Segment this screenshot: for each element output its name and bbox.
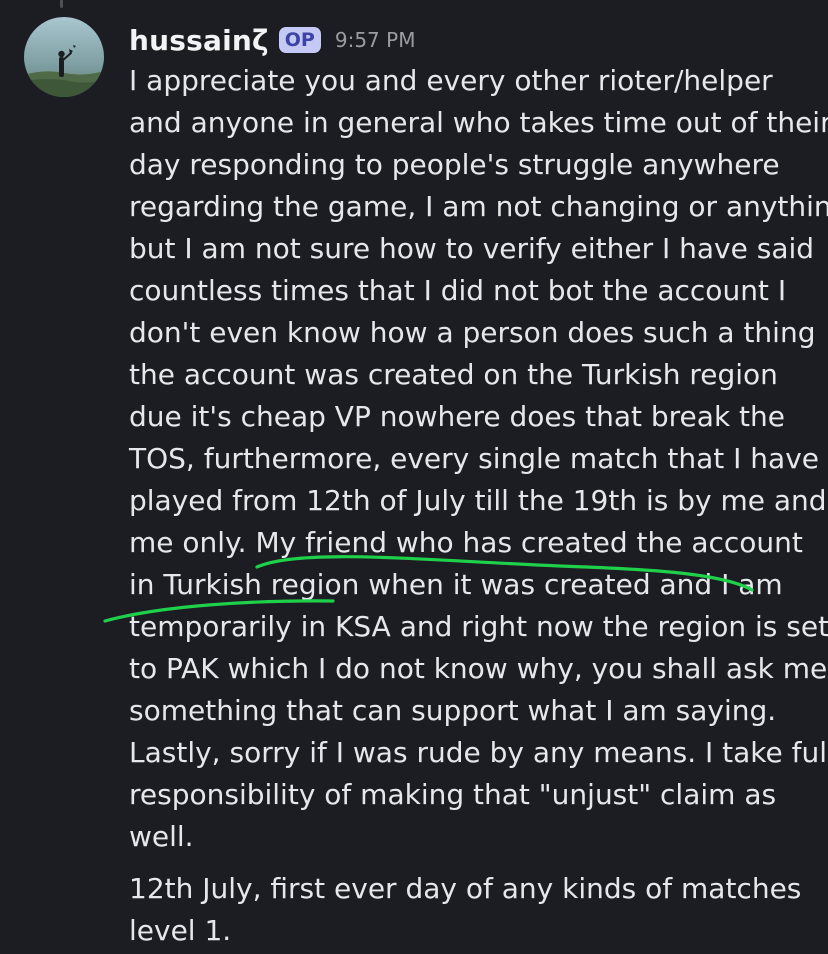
message-paragraph-1: I appreciate you and every other rioter/… — [129, 60, 828, 858]
message-line: countless times that I did not bot the a… — [129, 274, 787, 307]
message-line: Lastly, sorry if I was rude by any means… — [129, 736, 828, 769]
message-body: I appreciate you and every other rioter/… — [129, 60, 828, 952]
message-line: to PAK which I do not know why, you shal… — [129, 652, 828, 685]
message-line: temporarily in KSA and right now the reg… — [129, 610, 828, 643]
message-line: me only. My friend who has created the a… — [129, 526, 803, 559]
reply-spine — [60, 0, 63, 8]
message-line: TOS, furthermore, every single match tha… — [129, 442, 820, 475]
message-line: I appreciate you and every other rioter/… — [129, 64, 773, 97]
message-line: the account was created on the Turkish r… — [129, 358, 778, 391]
author-username[interactable]: hussainζ — [129, 24, 269, 57]
message-line: well. — [129, 820, 194, 853]
message-line: 12th July, first ever day of any kinds o… — [129, 872, 802, 905]
reply-reference[interactable] — [60, 0, 760, 8]
message-line: due it's cheap VP nowhere does that brea… — [129, 400, 786, 433]
message-line: in Turkish region when it was created an… — [129, 568, 783, 601]
message-paragraph-2: 12th July, first ever day of any kinds o… — [129, 868, 819, 952]
op-badge: OP — [278, 27, 321, 53]
message-line: but I am not sure how to verify either I… — [129, 232, 815, 265]
message-line: something that can support what I am say… — [129, 694, 777, 727]
message-line: don't even know how a person does such a… — [129, 316, 816, 349]
message-line: level 1. — [129, 914, 232, 947]
message-line: day responding to people's struggle anyw… — [129, 148, 780, 181]
message-line: regarding the game, I am not changing or… — [129, 190, 828, 223]
user-avatar[interactable] — [24, 17, 104, 97]
message-timestamp: 9:57 PM — [334, 28, 416, 52]
message-line: and anyone in general who takes time out… — [129, 106, 828, 139]
message-header: hussainζ OP 9:57 PM — [129, 20, 415, 60]
message-line: played from 12th of July till the 19th i… — [129, 484, 827, 517]
chat-screen: hussainζ OP 9:57 PM I appreciate you and… — [0, 0, 828, 954]
message-line: responsibility of making that "unjust" c… — [129, 778, 777, 811]
